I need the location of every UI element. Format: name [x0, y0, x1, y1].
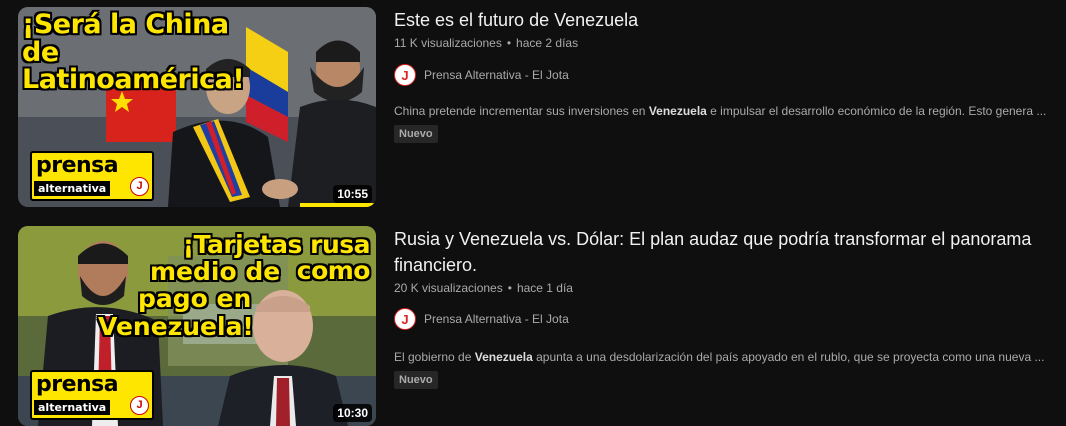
watermark-logo-icon: J	[130, 396, 149, 415]
video-info: Rusia y Venezuela vs. Dólar: El plan aud…	[394, 226, 1054, 389]
video-result-item[interactable]: ¡Tarjetas rusa como medio de pago en Ven…	[18, 226, 1048, 426]
channel-link[interactable]: J Prensa Alternativa - El Jota	[394, 63, 1054, 87]
description-text: El gobierno de	[394, 350, 475, 364]
meta-separator: •	[507, 281, 512, 295]
watermark-title: prensa	[36, 153, 119, 178]
video-description: El gobierno de Venezuela apunta a una de…	[394, 350, 1054, 364]
view-count: 20 K visualizaciones	[394, 281, 503, 295]
channel-watermark: prensa alternativa J	[30, 370, 154, 420]
channel-avatar[interactable]: J	[394, 64, 416, 86]
video-thumbnail[interactable]: ¡Será la China de Latinoamérica! prensa …	[18, 7, 376, 207]
description-highlight: Venezuela	[474, 350, 533, 364]
video-result-item[interactable]: ¡Será la China de Latinoamérica! prensa …	[18, 7, 1048, 207]
description-highlight: Venezuela	[648, 104, 707, 118]
watch-progress-bar	[300, 203, 376, 207]
video-description: China pretende incrementar sus inversion…	[394, 104, 1054, 118]
video-metadata: 20 K visualizaciones • hace 1 día	[394, 281, 1054, 295]
description-text: e impulsar el desarrollo económico de la…	[706, 104, 1047, 118]
video-results-list: ¡Será la China de Latinoamérica! prensa …	[0, 0, 1066, 426]
video-metadata: 11 K visualizaciones • hace 2 días	[394, 36, 1054, 50]
caption-line: medio de	[150, 257, 281, 286]
video-info: Este es el futuro de Venezuela 11 K visu…	[394, 7, 1054, 143]
new-badge: Nuevo	[394, 371, 438, 389]
caption-line: Venezuela!	[98, 312, 254, 341]
thumbnail-caption: ¡Será la China de Latinoamérica!	[22, 9, 245, 96]
video-title[interactable]: Rusia y Venezuela vs. Dólar: El plan aud…	[394, 226, 1044, 278]
description-text: China pretende incrementar sus inversion…	[394, 104, 649, 118]
channel-link[interactable]: J Prensa Alternativa - El Jota	[394, 307, 1054, 331]
channel-avatar[interactable]: J	[394, 308, 416, 330]
upload-age: hace 1 día	[516, 281, 573, 295]
upload-age: hace 2 días	[516, 36, 579, 50]
duration-badge: 10:55	[333, 185, 372, 203]
channel-name[interactable]: Prensa Alternativa - El Jota	[424, 312, 569, 326]
video-thumbnail[interactable]: ¡Tarjetas rusa como medio de pago en Ven…	[18, 226, 376, 426]
video-title[interactable]: Este es el futuro de Venezuela	[394, 7, 1044, 33]
meta-separator: •	[506, 36, 512, 50]
duration-badge: 10:30	[333, 404, 372, 422]
view-count: 11 K visualizaciones	[394, 36, 502, 50]
watermark-subtitle: alternativa	[34, 400, 111, 415]
description-text: apunta a una desdolarización del país ap…	[532, 350, 1045, 364]
channel-watermark: prensa alternativa J	[30, 151, 154, 201]
watermark-logo-icon: J	[130, 177, 149, 196]
new-badge: Nuevo	[394, 125, 438, 143]
caption-line: pago en	[138, 284, 252, 313]
watermark-title: prensa	[36, 372, 119, 397]
channel-name[interactable]: Prensa Alternativa - El Jota	[424, 68, 569, 82]
watermark-subtitle: alternativa	[34, 181, 111, 196]
